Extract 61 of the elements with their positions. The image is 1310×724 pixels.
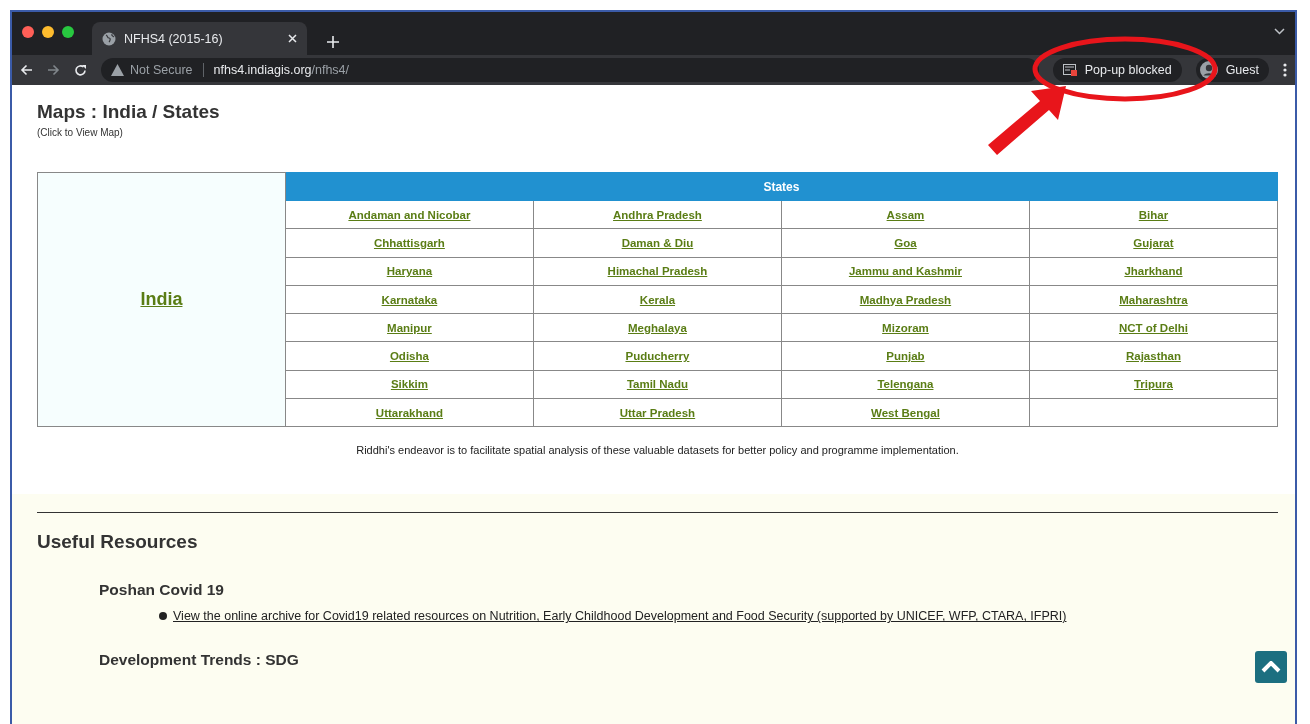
state-link[interactable]: Meghalaya [628,321,687,334]
state-link[interactable]: Uttar Pradesh [619,406,696,419]
zoom-window-icon[interactable] [62,25,74,38]
state-link[interactable]: Uttarakhand [375,406,443,419]
state-link[interactable]: Jammu and Kashmir [848,265,962,278]
profile-button[interactable]: Guest [1195,58,1269,82]
forward-icon[interactable] [47,64,60,76]
minimize-window-icon[interactable] [42,25,54,38]
group-title: Development Trends : SDG [99,651,299,670]
globe-icon [102,31,116,46]
blocked-window-icon [1062,64,1077,76]
state-link[interactable]: Haryana [386,265,433,278]
state-link[interactable]: Jharkhand [1124,265,1183,278]
state-link[interactable]: Goa [894,236,917,249]
page-title: Maps : India / States [37,101,221,123]
state-link[interactable]: Andhra Pradesh [613,208,702,221]
state-link[interactable]: Mizoram [882,321,929,334]
bullet-icon [159,612,167,621]
popup-blocked-button[interactable]: Pop-up blocked [1052,58,1182,82]
state-link[interactable]: Kerala [639,293,676,306]
resource-link[interactable]: View the online archive for Covid19 related resources on Nutrition, Early Childhood Development and Food Security (supported by UNICEF, WFP, CTARA, IFPRI) [173,609,1067,624]
state-link[interactable]: Punjab [886,350,925,363]
group-title: Poshan Covid 19 [99,581,224,600]
state-link[interactable]: Daman & Diu [621,236,694,249]
page-subtitle: (Click to View Map) [37,127,124,138]
section-title: Useful Resources [37,531,199,554]
table-header: States [285,172,1278,201]
state-link[interactable]: Manipur [387,321,432,334]
state-link[interactable]: Andaman and Nicobar [348,208,471,221]
state-link[interactable]: Telengana [877,378,934,391]
state-link[interactable]: Madhya Pradesh [859,293,952,306]
country-link[interactable]: India [140,289,183,310]
state-link[interactable]: Tamil Nadu [626,378,688,391]
state-link[interactable]: Himachal Pradesh [607,265,708,278]
state-link[interactable]: Chhattisgarh [373,236,445,249]
menu-icon[interactable] [1283,63,1287,77]
state-link[interactable]: Bihar [1138,208,1169,221]
chevron-down-icon[interactable] [1274,28,1285,35]
state-link[interactable]: Tripura [1133,378,1173,391]
chevron-up-icon [1261,661,1281,673]
state-link[interactable]: Assam [886,208,925,221]
state-link[interactable]: Karnataka [381,293,438,306]
state-link[interactable]: Odisha [389,350,429,363]
state-link[interactable]: West Bengal [871,406,940,419]
browser-tab[interactable]: NFHS4 (2015-16) [92,22,307,55]
state-link[interactable]: NCT of Delhi [1118,321,1188,334]
state-link[interactable]: Puducherry [625,350,690,363]
security-label: Not Secure [130,63,193,77]
avatar-icon [1199,61,1218,79]
back-icon[interactable] [20,64,33,76]
state-link[interactable]: Gujarat [1133,236,1174,249]
state-link[interactable]: Sikkim [390,378,428,391]
close-window-icon[interactable] [22,25,34,38]
url-text: nfhs4.indiagis.org/nfhs4/ [213,63,350,77]
warning-icon [111,64,124,76]
state-link[interactable]: Maharashtra [1119,293,1188,306]
reload-icon[interactable] [74,63,87,77]
close-tab-icon[interactable] [288,34,297,43]
scroll-to-top-button[interactable] [1255,651,1287,683]
state-link[interactable]: Rajasthan [1125,350,1181,363]
caption-text: Riddhi's endeavor is to facilitate spatial analysis of these valuable datasets for better policy and programme implementation. [355,444,960,457]
